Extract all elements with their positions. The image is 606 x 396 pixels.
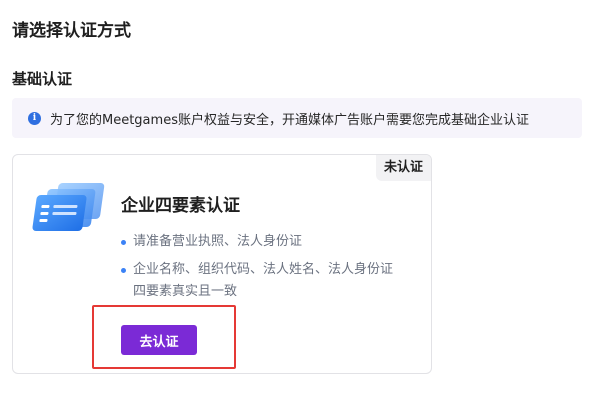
notice-text: 为了您的Meetgames账户权益与安全，开通媒体广告账户需要您完成基础企业认证	[50, 112, 529, 128]
bullet-dot	[121, 268, 126, 273]
requirement-text: 企业名称、组织代码、法人姓名、法人身份证	[133, 262, 394, 277]
list-item: 企业名称、组织代码、法人姓名、法人身份证 四要素真实且一致	[121, 259, 421, 303]
info-notice: i 为了您的Meetgames账户权益与安全，开通媒体广告账户需要您完成基础企业…	[12, 98, 582, 138]
requirement-text: 请准备营业执照、法人身份证	[133, 234, 303, 249]
requirement-text: 四要素真实且一致	[133, 284, 238, 299]
card-title: 企业四要素认证	[121, 196, 240, 216]
verify-button[interactable]: 去认证	[121, 325, 197, 355]
list-item: 请准备营业执照、法人身份证	[121, 231, 421, 253]
stacked-cards-illustration	[32, 183, 105, 231]
enterprise-verification-card: 未认证 企业四要素认证 请准备营业执照、法人身份证 企业名称、组织代码、法人姓名…	[12, 154, 432, 374]
verification-page: 请选择认证方式 基础认证 i 为了您的Meetgames账户权益与安全，开通媒体…	[0, 0, 606, 396]
section-title: 基础认证	[12, 70, 73, 88]
requirement-list: 请准备营业执照、法人身份证 企业名称、组织代码、法人姓名、法人身份证 四要素真实…	[121, 231, 421, 309]
info-icon: i	[28, 111, 41, 125]
page-title: 请选择认证方式	[12, 21, 131, 41]
status-badge: 未认证	[375, 155, 431, 181]
bullet-dot	[121, 240, 126, 245]
